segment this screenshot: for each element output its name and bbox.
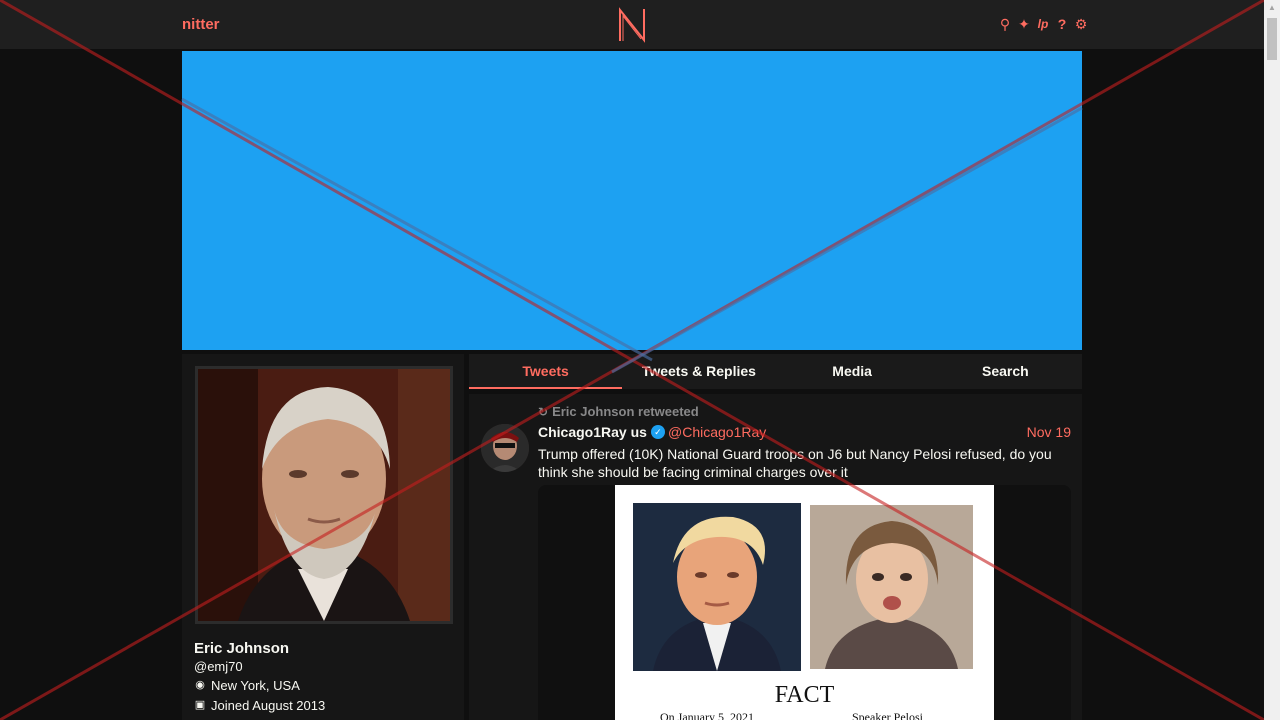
tab-media[interactable]: Media: [776, 354, 929, 389]
media-photo-right: [810, 505, 973, 669]
retweet-header: ↻ Eric Johnson retweeted: [538, 404, 699, 419]
profile-username[interactable]: @emj70: [194, 659, 243, 674]
tweet-text: Trump offered (10K) National Guard troop…: [538, 446, 1052, 480]
scroll-up-arrow-icon[interactable]: ▲: [1264, 0, 1280, 16]
location-pin-icon: ◉: [195, 679, 205, 691]
media-sub-left: On January 5, 2021: [660, 710, 754, 720]
timeline-tabs: Tweets Tweets & Replies Media Search: [469, 354, 1082, 389]
tweet-fullname[interactable]: Chicago1Ray us ✓: [538, 424, 665, 440]
profile-joined-text: Joined August 2013: [211, 698, 326, 713]
nitter-logo-icon[interactable]: [617, 7, 647, 43]
navbar: nitter ⚲ ✦ lp ? ⚙: [0, 0, 1264, 50]
search-icon[interactable]: ⚲: [998, 16, 1012, 32]
tweet-date[interactable]: Nov 19: [1027, 424, 1071, 440]
nav-icons: ⚲ ✦ lp ? ⚙: [998, 16, 1088, 32]
profile-location-text: New York, USA: [211, 678, 300, 693]
retweet-header-text[interactable]: Eric Johnson retweeted: [552, 404, 699, 419]
tweet-media-container: FACT On January 5, 2021 Speaker Pelosi: [538, 485, 1071, 720]
twitter-icon[interactable]: ✦: [1017, 16, 1031, 32]
tweet-fullname-text[interactable]: Chicago1Ray us: [538, 424, 647, 440]
profile-avatar[interactable]: [195, 366, 453, 624]
profile-fullname[interactable]: Eric Johnson: [194, 640, 289, 657]
media-sub-right: Speaker Pelosi: [852, 710, 923, 720]
settings-icon[interactable]: ⚙: [1074, 16, 1088, 32]
rss-icon[interactable]: lp: [1036, 16, 1050, 32]
verified-badge-icon: ✓: [650, 425, 665, 439]
media-caption: FACT: [774, 682, 835, 708]
timeline: ↻ Eric Johnson retweeted Chicago1Ray us …: [469, 394, 1082, 720]
media-portrait-right: [810, 505, 973, 669]
media-portrait-left: [633, 503, 801, 671]
avatar-portrait-image: [198, 369, 450, 621]
tweet-media-image[interactable]: FACT On January 5, 2021 Speaker Pelosi: [615, 485, 994, 720]
scrollbar-thumb[interactable]: [1267, 18, 1277, 60]
tab-tweets[interactable]: Tweets: [469, 354, 623, 389]
tweet-username[interactable]: @Chicago1Ray: [668, 424, 766, 440]
profile-card: Eric Johnson @emj70 ◉ New York, USA ▣ Jo…: [182, 354, 464, 720]
profile-joined: ▣ Joined August 2013: [194, 698, 325, 713]
profile-location: ◉ New York, USA: [194, 678, 300, 693]
tweet-avatar[interactable]: [481, 424, 529, 472]
tweet-avatar-image: [481, 424, 529, 472]
media-photo-left: [633, 503, 801, 671]
nav-brand-link[interactable]: nitter: [182, 16, 220, 33]
tab-tweets-and-replies[interactable]: Tweets & Replies: [622, 354, 775, 389]
retweet-icon: ↻: [538, 404, 549, 419]
tab-search[interactable]: Search: [929, 354, 1082, 389]
profile-banner[interactable]: [182, 51, 1082, 350]
help-icon[interactable]: ?: [1055, 16, 1069, 32]
scrollbar[interactable]: ▲: [1264, 0, 1280, 720]
calendar-icon: ▣: [194, 699, 206, 711]
